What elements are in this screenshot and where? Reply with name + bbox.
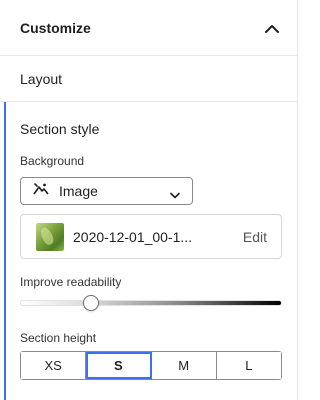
background-type-value: Image <box>59 183 98 199</box>
image-filename: 2020-12-01_00-1... <box>73 229 193 245</box>
image-thumbnail <box>36 223 64 251</box>
customize-panel: Customize Layout Section style Backgroun… <box>0 0 298 400</box>
active-section-indicator <box>4 102 6 400</box>
section-height-label: Section height <box>20 331 97 345</box>
layout-section-toggle[interactable]: Layout <box>0 56 298 102</box>
customize-header[interactable]: Customize <box>0 0 298 56</box>
background-type-dropdown[interactable]: Image <box>20 177 193 205</box>
height-option-l[interactable]: L <box>216 352 281 379</box>
edit-image-button[interactable]: Edit <box>243 229 267 245</box>
background-image-card: 2020-12-01_00-1... Edit <box>20 214 282 259</box>
panel-title: Customize <box>20 19 91 36</box>
section-style-title: Section style <box>20 121 100 137</box>
readability-slider-thumb[interactable] <box>82 295 99 311</box>
chevron-up-icon[interactable] <box>260 16 284 40</box>
layout-label: Layout <box>20 70 63 87</box>
readability-slider-track[interactable] <box>20 300 282 306</box>
height-option-s[interactable]: S <box>86 352 152 379</box>
section-height-selector: XS S M L <box>20 351 282 380</box>
section-style-group: Section style Background Image 2020-12-0… <box>0 102 298 400</box>
background-label: Background <box>20 154 85 168</box>
height-option-m[interactable]: M <box>151 352 217 379</box>
readability-label: Improve readability <box>20 275 122 289</box>
chevron-down-icon <box>170 186 180 204</box>
image-icon <box>33 182 49 201</box>
height-option-xs[interactable]: XS <box>21 352 87 379</box>
